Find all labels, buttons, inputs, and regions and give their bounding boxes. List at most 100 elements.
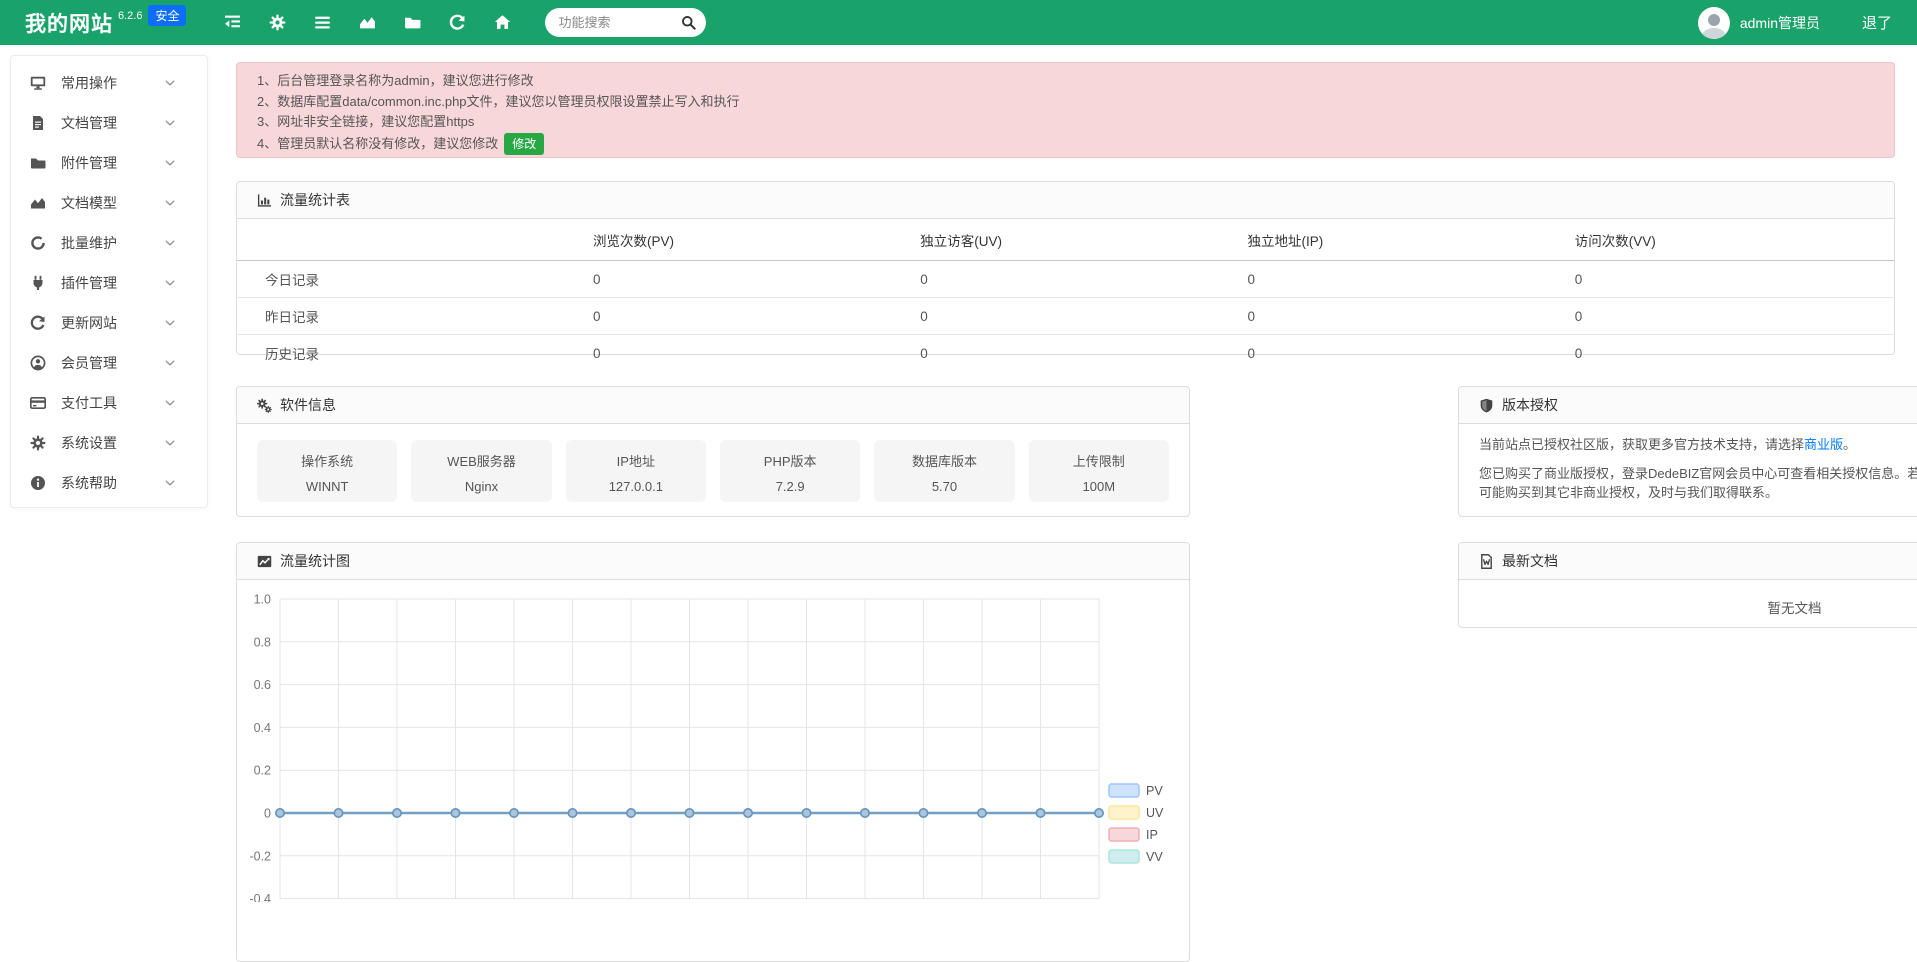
- cell-value: 0: [585, 335, 912, 372]
- security-alert: 1、后台管理登录名称为admin，建议您进行修改 2、数据库配置data/com…: [236, 62, 1895, 158]
- svg-text:1.0: 1.0: [254, 593, 271, 607]
- panel-header: 软件信息: [237, 387, 1189, 424]
- sidebar-item-payment-tools[interactable]: 支付工具: [11, 383, 207, 423]
- empty-docs-message: 暂无文档: [1459, 580, 1917, 617]
- license-paragraph-2: 您已购买了商业版授权，登录DedeBIZ官网会员中心可查看相关授权信息。若授权结…: [1479, 464, 1917, 502]
- sidebar-item-update-site[interactable]: 更新网站: [11, 303, 207, 343]
- row-label: 今日记录: [237, 261, 585, 298]
- sidebar-item-common-operations[interactable]: 常用操作: [11, 63, 207, 103]
- alert-line: 4、管理员默认名称没有修改，建议您修改修改: [257, 133, 1874, 156]
- svg-text:0.2: 0.2: [254, 764, 271, 778]
- sidebar-item-system-help[interactable]: 系统帮助: [11, 463, 207, 503]
- sidebar-item-label: 会员管理: [61, 353, 164, 373]
- sidebar-item-plugin-management[interactable]: 插件管理: [11, 263, 207, 303]
- search-input[interactable]: [558, 15, 668, 30]
- navbar-icon-group: [224, 14, 511, 31]
- search-icon[interactable]: [681, 15, 696, 30]
- svg-text:-0.2: -0.2: [249, 849, 271, 863]
- card-value: Nginx: [411, 479, 551, 494]
- sidebar-item-label: 常用操作: [61, 73, 164, 93]
- traffic-chart-panel: 流量统计图 1.00.80.60.40.20-0.2-0.4PVUVIPVV: [236, 542, 1190, 962]
- sidebar-item-label: 批量维护: [61, 233, 164, 253]
- commercial-version-link[interactable]: 商业版: [1804, 437, 1843, 452]
- chevron-down-icon: [164, 477, 176, 489]
- software-card-upload: 上传限制 100M: [1029, 440, 1169, 502]
- function-search[interactable]: [545, 8, 706, 37]
- sidebar-item-system-settings[interactable]: 系统设置: [11, 423, 207, 463]
- row-label: 历史记录: [237, 335, 585, 372]
- top-navbar: 我的网站 6.2.6 安全 admin管理员 退了: [0, 0, 1917, 45]
- modify-button[interactable]: 修改: [504, 133, 544, 156]
- chart-area-icon: [30, 195, 46, 211]
- site-brand[interactable]: 我的网站: [25, 8, 113, 38]
- card-label: 上传限制: [1029, 451, 1169, 470]
- cell-value: 0: [585, 261, 912, 298]
- panel-title: 流量统计表: [280, 182, 350, 218]
- card-value: 100M: [1029, 479, 1169, 494]
- chevron-down-icon: [164, 357, 176, 369]
- traffic-line-chart: 1.00.80.60.40.20-0.2-0.4PVUVIPVV: [237, 586, 1189, 902]
- col-header-uv: 独立访客(UV): [912, 219, 1239, 261]
- cell-value: 0: [1567, 298, 1894, 335]
- chevron-down-icon: [164, 277, 176, 289]
- navbar-user-area: admin管理员 退了: [1698, 7, 1892, 39]
- sidebar-item-document-management[interactable]: 文档管理: [11, 103, 207, 143]
- svg-text:0.4: 0.4: [254, 721, 271, 735]
- traffic-stats-panel: 流量统计表 浏览次数(PV) 独立访客(UV) 独立地址(IP) 访问次数(VV…: [236, 181, 1895, 355]
- avatar[interactable]: [1698, 7, 1730, 39]
- sidebar-item-member-management[interactable]: 会员管理: [11, 343, 207, 383]
- plug-icon: [30, 275, 46, 291]
- software-info-panel: 软件信息 操作系统 WINNT WEB服务器 Nginx IP地址 127.0.…: [236, 386, 1190, 517]
- card-label: WEB服务器: [411, 451, 551, 470]
- panel-header: 最新文档: [1459, 543, 1917, 580]
- latest-docs-panel: 最新文档 暂无文档: [1458, 542, 1917, 628]
- refresh-icon: [30, 315, 46, 331]
- sidebar-item-label: 系统设置: [61, 433, 164, 453]
- card-value: 127.0.0.1: [566, 479, 706, 494]
- svg-text:-0.4: -0.4: [249, 892, 271, 902]
- table-row: 历史记录 0 0 0 0: [237, 335, 1894, 372]
- cell-value: 0: [1239, 298, 1566, 335]
- col-header-vv: 访问次数(VV): [1567, 219, 1894, 261]
- cell-value: 0: [912, 298, 1239, 335]
- user-circle-icon: [30, 355, 46, 371]
- sidebar-item-document-model[interactable]: 文档模型: [11, 183, 207, 223]
- chevron-down-icon: [164, 437, 176, 449]
- refresh-icon[interactable]: [449, 14, 466, 31]
- gear-icon[interactable]: [269, 14, 286, 31]
- logout-button[interactable]: 退了: [1862, 12, 1892, 33]
- folder-icon[interactable]: [404, 14, 421, 31]
- outdent-icon[interactable]: [224, 14, 241, 31]
- folder-icon: [30, 155, 46, 171]
- panel-header: 流量统计图: [237, 543, 1189, 580]
- panel-title: 流量统计图: [280, 543, 350, 579]
- sidebar-item-label: 附件管理: [61, 153, 164, 173]
- chart-body: 1.00.80.60.40.20-0.2-0.4PVUVIPVV: [237, 580, 1189, 907]
- svg-text:UV: UV: [1146, 806, 1164, 820]
- menu-icon[interactable]: [314, 14, 331, 31]
- info-icon: [30, 475, 46, 491]
- col-header-blank: [237, 219, 585, 261]
- software-cards: 操作系统 WINNT WEB服务器 Nginx IP地址 127.0.0.1 P…: [237, 424, 1189, 518]
- chevron-down-icon: [164, 397, 176, 409]
- sidebar-item-label: 文档管理: [61, 113, 164, 133]
- svg-text:0.6: 0.6: [254, 678, 271, 692]
- software-card-ip: IP地址 127.0.0.1: [566, 440, 706, 502]
- home-icon[interactable]: [494, 14, 511, 31]
- chevron-down-icon: [164, 317, 176, 329]
- software-card-os: 操作系统 WINNT: [257, 440, 397, 502]
- security-badge[interactable]: 安全: [148, 5, 186, 26]
- sidebar-item-batch-maintenance[interactable]: 批量维护: [11, 223, 207, 263]
- file-word-icon: [1479, 554, 1494, 569]
- chevron-down-icon: [164, 157, 176, 169]
- username-label[interactable]: admin管理员: [1740, 13, 1820, 33]
- table-row: 昨日记录 0 0 0 0: [237, 298, 1894, 335]
- card-value: WINNT: [257, 479, 397, 494]
- sidebar-item-label: 更新网站: [61, 313, 164, 333]
- sidebar-item-attachment-management[interactable]: 附件管理: [11, 143, 207, 183]
- sidebar: 常用操作 文档管理 附件管理 文档模型 批量维护 插件管理 更新网站 会员管理: [10, 55, 208, 508]
- cell-value: 0: [1567, 335, 1894, 372]
- chart-area-icon[interactable]: [359, 14, 376, 31]
- chevron-down-icon: [164, 197, 176, 209]
- alert-line: 1、后台管理登录名称为admin，建议您进行修改: [257, 71, 1874, 92]
